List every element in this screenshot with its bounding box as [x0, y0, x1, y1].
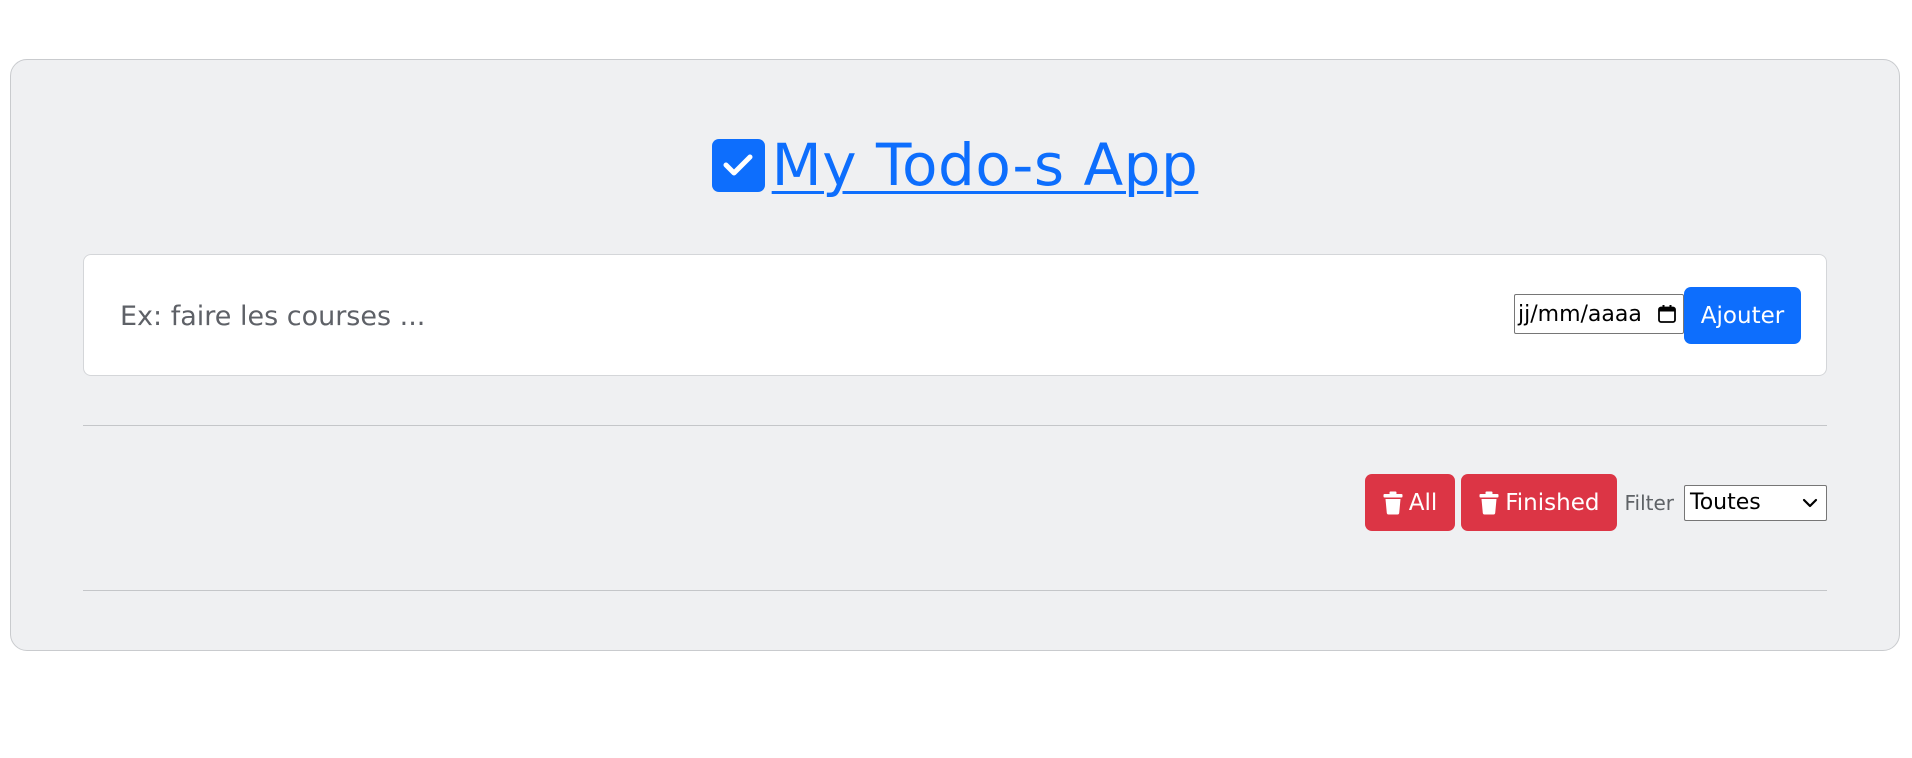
delete-all-label: All: [1408, 489, 1438, 516]
add-todo-button[interactable]: Ajouter: [1684, 287, 1801, 344]
date-placeholder: jj/mm/aaaa: [1518, 301, 1642, 327]
todo-app-card: My Todo-s App jj/mm/aaaa Ajouter: [10, 59, 1900, 651]
title-row: My Todo-s App: [11, 130, 1899, 200]
actions-row: All Finished Filter Toutes: [1364, 474, 1827, 531]
add-todo-panel: jj/mm/aaaa Ajouter: [83, 254, 1827, 376]
app-title-link[interactable]: My Todo-s App: [711, 131, 1199, 199]
due-date-input[interactable]: jj/mm/aaaa: [1514, 294, 1684, 334]
check-square-icon: [711, 138, 765, 192]
todo-text-input[interactable]: [118, 285, 1222, 347]
divider-bottom: [83, 590, 1827, 591]
calendar-icon[interactable]: [1657, 304, 1677, 324]
delete-finished-button[interactable]: Finished: [1461, 474, 1618, 531]
delete-finished-label: Finished: [1505, 489, 1600, 516]
trash-icon: [1383, 491, 1403, 515]
delete-all-button[interactable]: All: [1364, 474, 1456, 531]
filter-label: Filter: [1624, 490, 1674, 515]
divider-top: [83, 425, 1827, 426]
app-title: My Todo-s App: [771, 131, 1199, 199]
chevron-down-icon: [1802, 497, 1818, 509]
filter-select[interactable]: Toutes: [1684, 484, 1827, 521]
trash-icon: [1479, 491, 1499, 515]
filter-selected-value: Toutes: [1690, 490, 1761, 515]
